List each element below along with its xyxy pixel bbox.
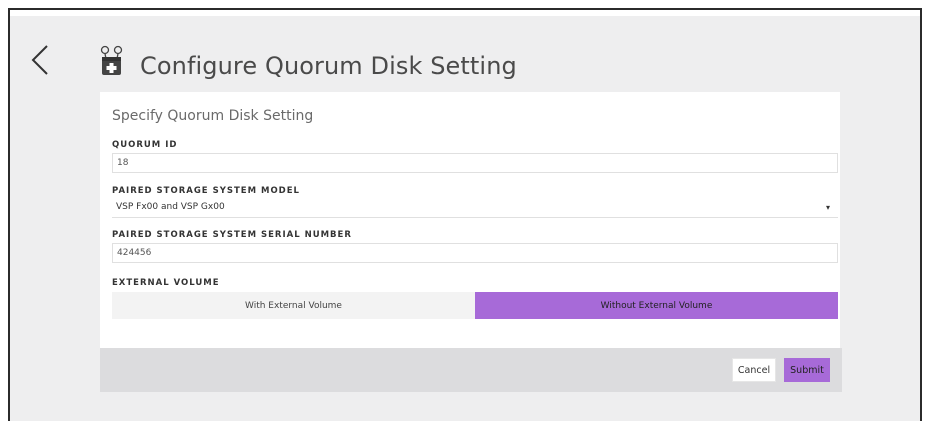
page-title: Configure Quorum Disk Setting xyxy=(140,52,517,80)
model-select[interactable]: VSP Fx00 and VSP Gx00 ▾ xyxy=(112,198,838,218)
quorum-disk-icon xyxy=(98,45,126,79)
cancel-button[interactable]: Cancel xyxy=(732,358,776,382)
without-external-volume-option[interactable]: Without External Volume xyxy=(475,292,838,319)
external-volume-label: EXTERNAL VOLUME xyxy=(112,278,220,288)
chevron-left-icon xyxy=(31,45,48,75)
model-label: PAIRED STORAGE SYSTEM MODEL xyxy=(112,186,300,196)
dialog-footer: Cancel Submit xyxy=(100,348,842,392)
chevron-down-icon: ▾ xyxy=(825,203,830,212)
serial-value: 424456 xyxy=(117,248,152,258)
window-frame: Configure Quorum Disk Setting Specify Qu… xyxy=(8,8,922,421)
with-external-volume-option[interactable]: With External Volume xyxy=(112,292,475,319)
quorum-id-label: QUORUM ID xyxy=(112,140,178,150)
quorum-id-input[interactable]: 18 xyxy=(112,153,838,173)
external-volume-toggle: With External Volume Without External Vo… xyxy=(112,292,838,319)
settings-panel: Specify Quorum Disk Setting QUORUM ID 18… xyxy=(100,92,840,348)
serial-input[interactable]: 424456 xyxy=(112,243,838,263)
model-value: VSP Fx00 and VSP Gx00 xyxy=(116,202,225,212)
quorum-id-value: 18 xyxy=(117,158,129,168)
serial-label: PAIRED STORAGE SYSTEM SERIAL NUMBER xyxy=(112,230,352,240)
panel-title: Specify Quorum Disk Setting xyxy=(112,108,314,124)
back-button[interactable] xyxy=(28,40,52,80)
submit-button[interactable]: Submit xyxy=(784,358,830,382)
